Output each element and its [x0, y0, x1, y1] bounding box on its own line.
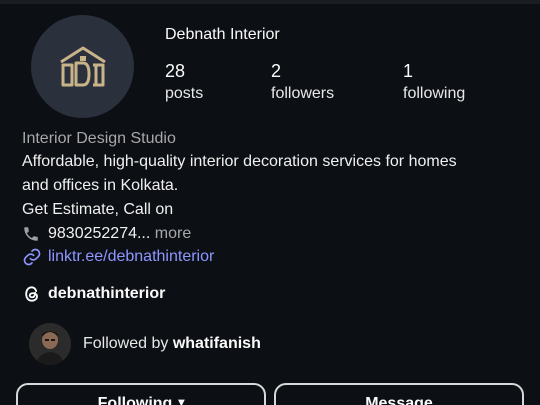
person-icon	[29, 323, 71, 365]
phone-icon	[22, 225, 42, 243]
chevron-down-icon: ▾	[178, 395, 185, 405]
followed-by-text: Followed by whatifanish	[83, 335, 261, 353]
bio-link[interactable]: linktr.ee/debnathinterior	[22, 245, 527, 268]
followers-count: 2	[271, 61, 282, 81]
stat-posts[interactable]: 28 posts	[165, 60, 203, 106]
link-icon	[22, 247, 42, 267]
more-label: more	[154, 225, 192, 242]
bio-line: Get Estimate, Call on	[22, 201, 174, 218]
threads-handle: debnathinterior	[48, 285, 166, 302]
followed-by-prefix: Followed by	[83, 335, 169, 352]
bio-phone: 9830252274...	[48, 225, 151, 242]
stat-following[interactable]: 1 following	[403, 60, 465, 106]
following-button-label: Following	[97, 395, 173, 405]
top-divider	[0, 0, 540, 4]
message-button-label: Message	[365, 395, 433, 405]
bio: Interior Design Studio Affordable, high-…	[22, 128, 527, 268]
bio-line: and offices in Kolkata.	[22, 177, 179, 194]
followed-by-username[interactable]: whatifanish	[173, 335, 261, 352]
profile-name: Debnath Interior	[165, 26, 280, 43]
follower-avatar[interactable]	[29, 323, 71, 365]
house-logo-icon	[55, 45, 111, 89]
followers-label: followers	[271, 85, 335, 102]
profile-avatar[interactable]	[31, 15, 134, 118]
following-count: 1	[403, 61, 414, 81]
bio-line: Affordable, high-quality interior decora…	[22, 153, 457, 170]
following-button[interactable]: Following ▾	[16, 383, 266, 405]
profile-page: Debnath Interior 28 posts 2 followers 1 …	[0, 0, 540, 405]
posts-count: 28	[165, 61, 186, 81]
stat-followers[interactable]: 2 followers	[271, 60, 334, 106]
threads-badge[interactable]: debnathinterior	[22, 284, 165, 304]
bio-category: Interior Design Studio	[22, 130, 176, 147]
bio-link-text: linktr.ee/debnathinterior	[48, 248, 215, 265]
message-button[interactable]: Message	[274, 383, 524, 405]
followed-by-row[interactable]: Followed by whatifanish	[29, 323, 261, 365]
bio-more-link[interactable]: more	[150, 222, 191, 245]
posts-label: posts	[165, 85, 204, 102]
bio-phone-row: 9830252274... more	[22, 222, 527, 245]
following-label: following	[403, 85, 466, 102]
threads-icon	[22, 284, 42, 304]
